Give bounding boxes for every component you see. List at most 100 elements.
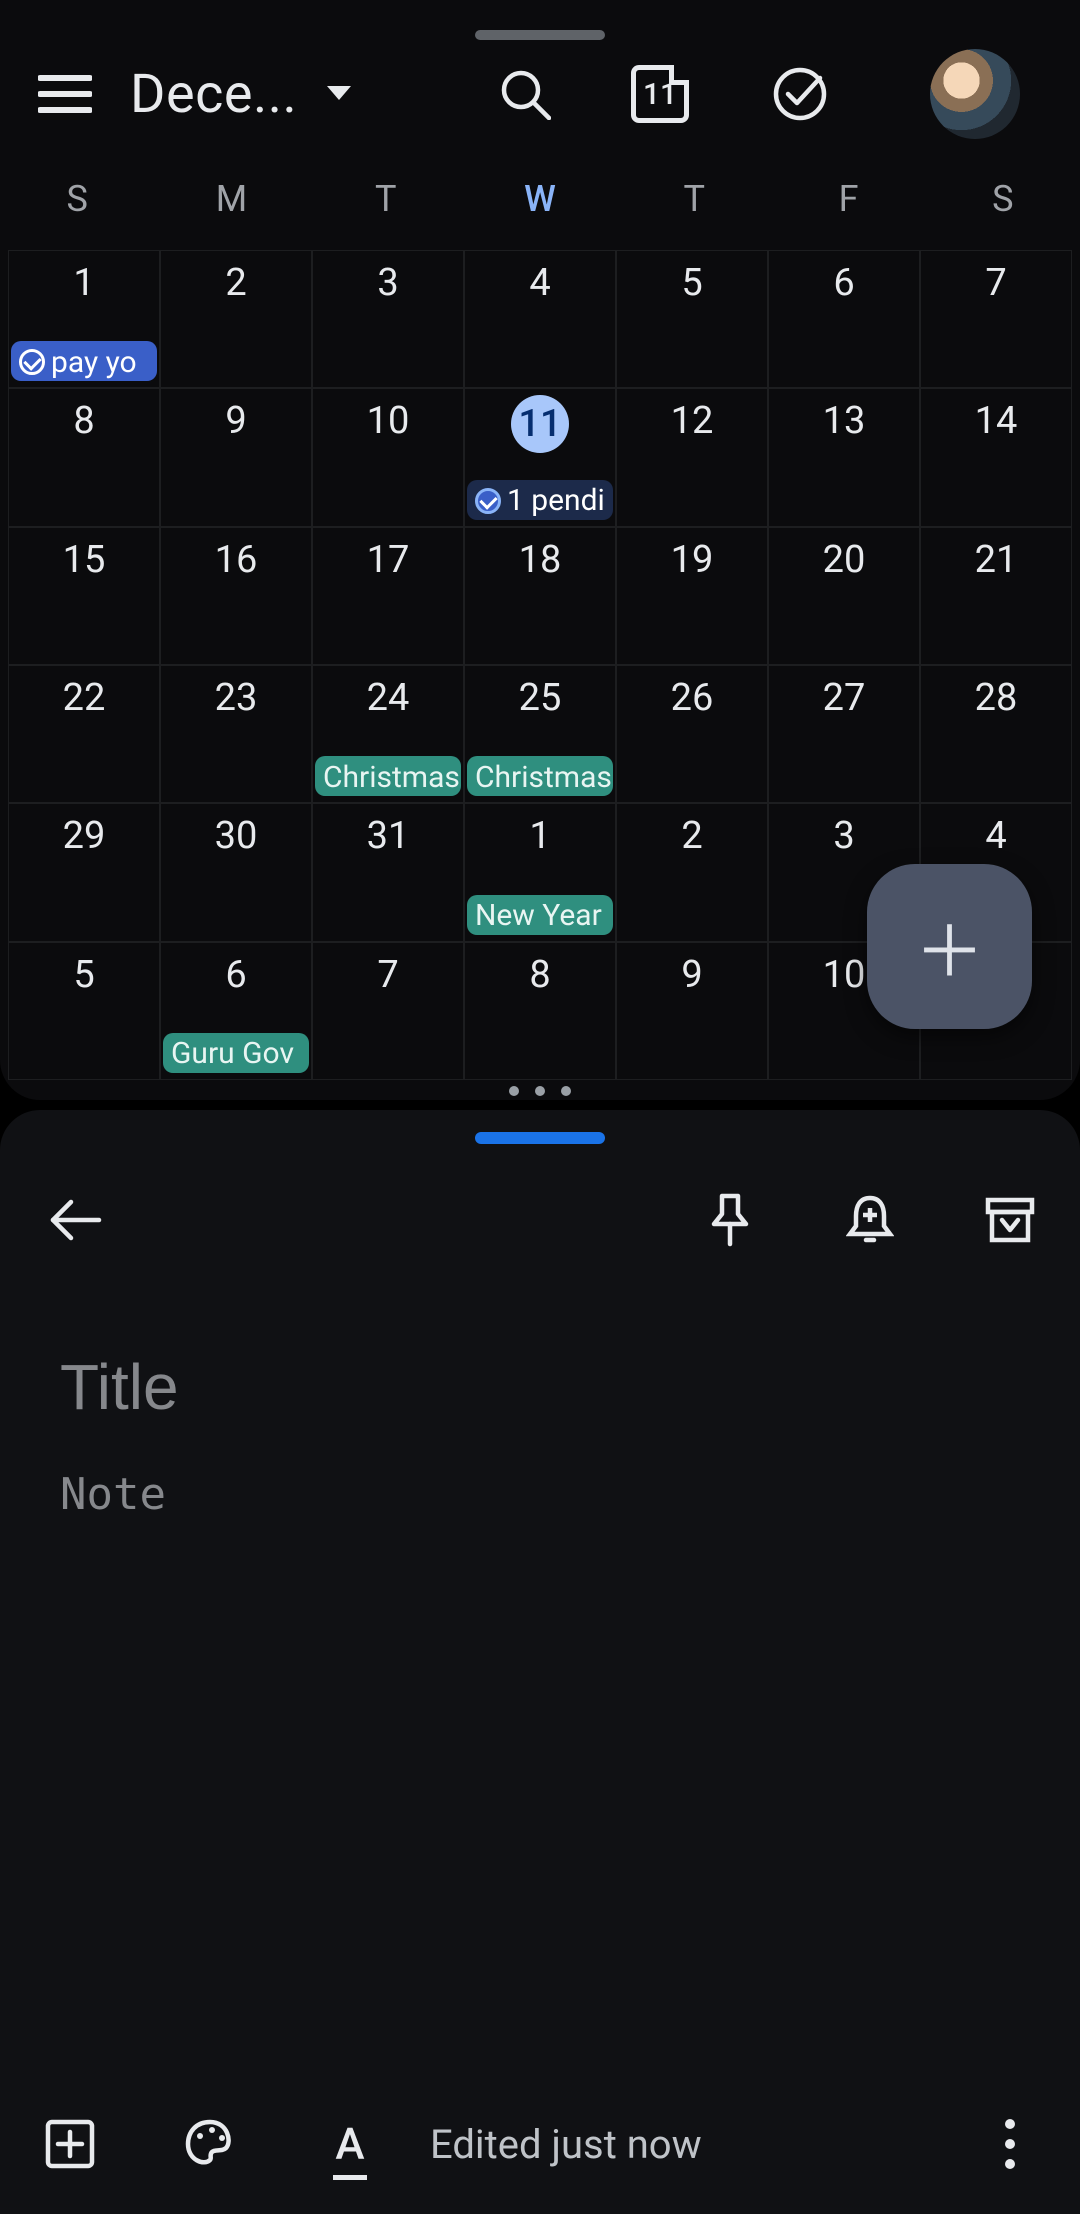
palette-button[interactable] [140, 2116, 280, 2172]
day-cell[interactable]: 24Christmas [312, 665, 464, 803]
day-number: 16 [215, 538, 258, 582]
day-cell[interactable]: 22 [8, 665, 160, 803]
split-handle-top[interactable] [475, 30, 605, 40]
weekday-label: W [463, 178, 617, 248]
day-number: 23 [215, 676, 258, 720]
day-cell[interactable]: 6 [768, 250, 920, 388]
event-chip[interactable]: pay yo [11, 341, 157, 381]
event-chip-label: pay yo [51, 345, 137, 380]
day-cell[interactable]: 26 [616, 665, 768, 803]
day-cell[interactable]: 1 pay yo [8, 250, 160, 388]
day-cell[interactable]: 2 [616, 803, 768, 941]
event-chip[interactable]: New Year [467, 895, 613, 935]
create-event-fab[interactable]: ＋ [867, 864, 1032, 1029]
pin-button[interactable] [660, 1192, 800, 1248]
split-handle-bottom[interactable] [475, 1132, 605, 1144]
archive-button[interactable] [940, 1196, 1080, 1244]
day-cell[interactable]: 16 [160, 527, 312, 665]
jump-to-today-button[interactable]: 11 [590, 65, 730, 123]
edit-status: Edited just now [420, 2121, 940, 2168]
day-cell[interactable]: 28 [920, 665, 1072, 803]
reminder-button[interactable] [800, 1192, 940, 1248]
task-check-icon [19, 349, 45, 375]
weekday-label: S [0, 178, 154, 248]
day-cell[interactable]: 6Guru Gov [160, 942, 312, 1080]
arrow-left-icon [47, 1196, 103, 1244]
day-cell[interactable]: 18 [464, 527, 616, 665]
day-cell[interactable]: 14 [920, 388, 1072, 526]
event-chip-label: New Year [475, 898, 602, 933]
event-chip[interactable]: Christmas [467, 756, 613, 796]
day-number: 4 [985, 814, 1006, 858]
day-cell[interactable]: 8 [8, 388, 160, 526]
pin-icon [708, 1192, 752, 1248]
search-icon [499, 68, 551, 120]
day-cell[interactable]: 12 [616, 388, 768, 526]
day-number: 28 [975, 676, 1018, 720]
day-cell[interactable]: 15 [8, 527, 160, 665]
check-circle-icon [772, 66, 828, 122]
note-title-input[interactable] [60, 1350, 1020, 1424]
add-content-button[interactable] [0, 2118, 140, 2170]
bell-plus-icon [846, 1192, 894, 1248]
event-chip[interactable]: Christmas [315, 756, 461, 796]
event-chip[interactable]: 1 pendi [467, 480, 613, 520]
tasks-button[interactable] [730, 66, 870, 122]
calendar-app: Dece... 11 SMTWTFS 1p [0, 0, 1080, 1100]
day-cell[interactable]: 30 [160, 803, 312, 941]
day-number: 3 [377, 261, 398, 305]
day-cell[interactable]: 19 [616, 527, 768, 665]
text-format-button[interactable]: A [280, 2118, 420, 2170]
day-cell[interactable]: 10 [312, 388, 464, 526]
month-picker[interactable]: Dece... [130, 63, 460, 126]
notes-app: A Edited just now [0, 1110, 1080, 2214]
day-cell[interactable]: 27 [768, 665, 920, 803]
hamburger-icon [38, 74, 92, 114]
day-cell[interactable]: 5 [616, 250, 768, 388]
day-number: 9 [681, 953, 702, 997]
day-cell[interactable]: 29 [8, 803, 160, 941]
task-check-icon [475, 488, 501, 514]
day-number: 22 [63, 676, 106, 720]
more-button[interactable] [940, 2119, 1080, 2169]
weekday-label: S [926, 178, 1080, 248]
day-number: 5 [681, 261, 702, 305]
day-cell[interactable]: 17 [312, 527, 464, 665]
day-number: 1 [529, 814, 550, 858]
day-cell[interactable]: 9 [616, 942, 768, 1080]
day-cell[interactable]: 7 [312, 942, 464, 1080]
day-cell[interactable]: 23 [160, 665, 312, 803]
day-number: 5 [73, 953, 94, 997]
day-cell[interactable]: 21 [920, 527, 1072, 665]
note-body-input[interactable] [60, 1469, 1020, 1520]
day-number: 4 [529, 261, 550, 305]
search-button[interactable] [460, 68, 590, 120]
archive-icon [984, 1196, 1036, 1244]
day-cell[interactable]: 13 [768, 388, 920, 526]
day-cell[interactable]: 25Christmas [464, 665, 616, 803]
back-button[interactable] [0, 1196, 150, 1244]
day-cell[interactable]: 2 [160, 250, 312, 388]
day-cell[interactable]: 4 [464, 250, 616, 388]
day-cell[interactable]: 9 [160, 388, 312, 526]
day-cell[interactable]: 5 [8, 942, 160, 1080]
day-cell[interactable]: 7 [920, 250, 1072, 388]
account-button[interactable] [870, 49, 1080, 139]
day-cell[interactable]: 20 [768, 527, 920, 665]
day-number: 21 [975, 538, 1018, 582]
day-cell[interactable]: 1 New Year [464, 803, 616, 941]
event-chip[interactable]: Guru Gov [163, 1033, 309, 1073]
day-number: 15 [63, 538, 106, 582]
chevron-down-icon [327, 86, 351, 102]
day-number: 10 [367, 399, 410, 443]
day-number: 2 [225, 261, 246, 305]
day-number: 10 [823, 953, 866, 997]
menu-button[interactable] [0, 74, 130, 114]
day-cell[interactable]: 111 pendi [464, 388, 616, 526]
day-cell[interactable]: 3 [312, 250, 464, 388]
day-number: 1 [73, 261, 94, 305]
day-cell[interactable]: 8 [464, 942, 616, 1080]
day-cell[interactable]: 31 [312, 803, 464, 941]
day-number: 14 [975, 399, 1018, 443]
day-number: 2 [681, 814, 702, 858]
